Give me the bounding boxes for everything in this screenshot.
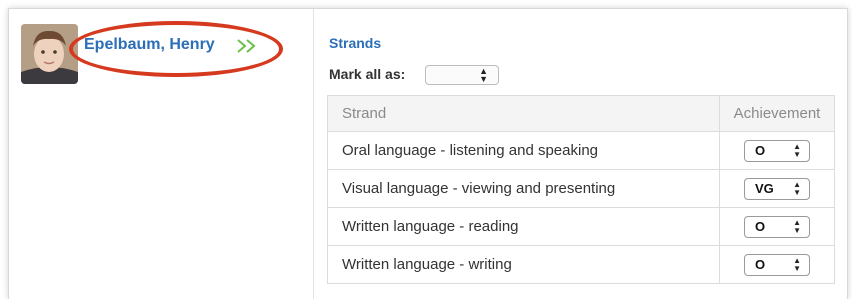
double-right-arrow-icon[interactable] bbox=[236, 38, 260, 54]
select-arrows-icon: ▲ ▼ bbox=[793, 217, 801, 235]
select-arrows-icon: ▲ ▼ bbox=[793, 141, 801, 159]
achievement-value: O bbox=[755, 256, 766, 272]
column-header-strand: Strand bbox=[327, 95, 720, 132]
achievement-value: O bbox=[755, 218, 766, 234]
select-arrows-icon: ▲ ▼ bbox=[793, 179, 801, 197]
mark-all-label: Mark all as: bbox=[329, 66, 406, 82]
student-card: Epelbaum, Henry Strands Mark all as: ▲ ▼ … bbox=[8, 8, 848, 299]
achievement-select[interactable]: O ▲ ▼ bbox=[744, 139, 810, 162]
strand-name: Written language - writing bbox=[327, 245, 720, 284]
strands-pane: Strands Mark all as: ▲ ▼ Strand Achieveme… bbox=[327, 9, 839, 299]
table-row: Written language - writing O ▲ ▼ bbox=[327, 245, 835, 284]
strand-name: Visual language - viewing and presenting bbox=[327, 169, 720, 208]
select-arrows-icon: ▲ ▼ bbox=[793, 255, 801, 273]
achievement-select[interactable]: O ▲ ▼ bbox=[744, 215, 810, 238]
table-header-row: Strand Achievement bbox=[327, 95, 835, 132]
strands-table: Strand Achievement Oral language - liste… bbox=[327, 95, 835, 284]
column-header-achievement: Achievement bbox=[719, 95, 835, 132]
strand-name: Written language - reading bbox=[327, 207, 720, 246]
student-avatar bbox=[21, 24, 78, 84]
achievement-value: VG bbox=[755, 180, 774, 196]
strand-name: Oral language - listening and speaking bbox=[327, 131, 720, 170]
strands-title: Strands bbox=[329, 35, 382, 51]
achievement-select[interactable]: O ▲ ▼ bbox=[744, 253, 810, 276]
table-row: Oral language - listening and speaking O… bbox=[327, 131, 835, 170]
select-arrows-icon: ▲ ▼ bbox=[479, 66, 488, 84]
achievement-select[interactable]: VG ▲ ▼ bbox=[744, 177, 810, 200]
achievement-value: O bbox=[755, 142, 766, 158]
table-row: Written language - reading O ▲ ▼ bbox=[327, 207, 835, 246]
table-row: Visual language - viewing and presenting… bbox=[327, 169, 835, 208]
student-pane: Epelbaum, Henry bbox=[9, 9, 314, 299]
mark-all-select[interactable]: ▲ ▼ bbox=[425, 65, 499, 85]
student-name-link[interactable]: Epelbaum, Henry bbox=[84, 36, 215, 54]
